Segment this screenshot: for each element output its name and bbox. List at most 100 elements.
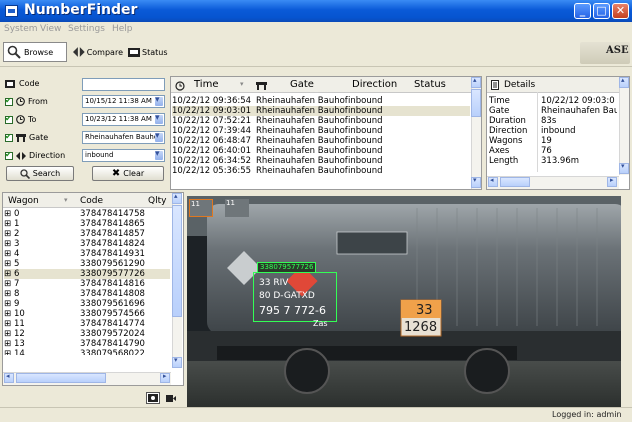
detail-row: Duration 83s — [489, 116, 557, 126]
table-row[interactable]: 10/22/12 06:40:01 Rheinauhafen Bauhof inbo… — [172, 146, 470, 156]
list-item[interactable]: ⊞ 4 378478414931 — [4, 249, 170, 259]
from-checkbox[interactable]: From — [5, 96, 48, 106]
from-check-icon — [5, 96, 13, 106]
side-number-bottom: 1268 — [404, 320, 438, 335]
menu-view[interactable]: View — [40, 24, 61, 34]
wagon-scroll-thumb[interactable] — [172, 205, 182, 317]
col-header-status[interactable]: Status — [414, 79, 446, 90]
expand-icon: ⊞ — [4, 209, 12, 219]
gate-select[interactable]: Rheinauhafen Bauhof — [82, 131, 165, 144]
camera-view-button[interactable] — [146, 392, 160, 404]
status-button[interactable]: Status — [128, 42, 172, 62]
chevron-left-icon: ◂ — [6, 372, 10, 380]
table-row[interactable]: 10/22/12 06:34:52 Rheinauhafen Bauhof inbo… — [172, 156, 470, 166]
to-date-select[interactable]: 10/23/12 11:38 AM — [82, 113, 165, 126]
list-item[interactable]: ⊞ 8 378478414808 — [4, 289, 170, 299]
table-row[interactable]: 10/22/12 07:52:21 Rheinauhafen Bauhof inbo… — [172, 116, 470, 126]
gate-checkbox[interactable]: Gate — [5, 132, 49, 142]
table-row[interactable]: 10/22/12 07:39:44 Rheinauhafen Bauhof inbo… — [172, 126, 470, 136]
table-row[interactable]: 10/22/12 05:36:55 Rheinauhafen Bauhof inbo… — [172, 166, 470, 176]
list-item[interactable]: ⊞ 12 338079572024 — [4, 329, 170, 339]
wagon-hscroll-thumb[interactable] — [16, 373, 106, 383]
direction-check-icon — [5, 150, 13, 160]
table-row[interactable]: 10/22/12 06:48:47 Rheinauhafen Bauhof inbo… — [172, 136, 470, 146]
scroll-down-button[interactable]: ▾ — [471, 176, 481, 188]
to-checkbox[interactable]: To — [5, 114, 36, 124]
wagon-scroll-down-button[interactable]: ▾ — [172, 356, 182, 368]
col-header-wagon[interactable]: Wagon — [8, 196, 39, 206]
barcode-icon — [5, 79, 15, 88]
wagon-scroll-right-button[interactable]: ▸ — [160, 372, 170, 383]
col-header-time[interactable]: Time — [194, 79, 218, 90]
table-row-selected[interactable]: 10/22/12 09:03:01 Rheinauhafen Bauhof inbo… — [172, 106, 470, 116]
direction-checkbox[interactable]: Direction — [5, 150, 66, 160]
close-button[interactable]: ✕ — [612, 3, 629, 19]
expand-icon: ⊞ — [4, 259, 12, 269]
col-header-quality[interactable]: Qlty — [148, 196, 166, 206]
col-header-gate[interactable]: Gate — [290, 79, 314, 90]
details-scroll-left-button[interactable]: ◂ — [488, 176, 498, 187]
menu-settings[interactable]: Settings — [68, 24, 105, 34]
details-divider — [537, 92, 538, 172]
details-title: Details — [504, 80, 536, 90]
thumbnail-2[interactable]: 11 — [225, 199, 249, 217]
expand-icon: ⊞ — [4, 249, 12, 259]
details-scrollbar[interactable] — [619, 77, 629, 175]
menu-system[interactable]: System — [4, 24, 38, 34]
list-item[interactable]: ⊞ 11 378478414774 — [4, 319, 170, 329]
code-input[interactable] — [82, 78, 165, 91]
list-item[interactable]: ⊞ 9 338079561696 — [4, 299, 170, 309]
compare-button[interactable]: Compare — [73, 42, 123, 62]
list-item[interactable]: ⊞ 3 378478414824 — [4, 239, 170, 249]
expand-icon: ⊞ — [4, 339, 12, 349]
to-check-icon — [5, 114, 13, 124]
expand-icon: ⊞ — [4, 289, 12, 299]
browse-button[interactable]: Browse — [3, 42, 67, 62]
gate-label: Gate — [29, 133, 49, 142]
details-scroll-down-button[interactable]: ▾ — [619, 162, 629, 174]
list-item[interactable]: ⊞ 10 338079574566 — [4, 309, 170, 319]
list-item[interactable]: ⊞ 1 378478414865 — [4, 219, 170, 229]
gate-icon — [256, 82, 267, 90]
plate-line-1: 33 RIV — [259, 278, 289, 288]
list-item[interactable]: ⊞ 7 378478414816 — [4, 279, 170, 289]
side-number-top: 33 — [416, 303, 433, 318]
clock-icon — [16, 115, 25, 124]
col-header-code[interactable]: Code — [80, 196, 103, 206]
search-button[interactable]: Search — [6, 166, 74, 181]
from-date-select[interactable]: 10/15/12 11:38 AM — [82, 95, 165, 108]
details-scroll-up-button[interactable]: ▴ — [619, 76, 629, 88]
direction-select[interactable]: inbound — [82, 149, 165, 162]
minimize-button[interactable]: _ — [574, 3, 591, 19]
col-header-direction[interactable]: Direction — [352, 79, 397, 90]
list-item[interactable]: ⊞ 5 338079561290 — [4, 259, 170, 269]
table-row[interactable]: 10/22/12 09:36:54 Rheinauhafen Bauhof inbo… — [172, 96, 470, 106]
list-item[interactable]: ⊞ 14 338079568022 — [4, 349, 170, 355]
wagon-camera-image[interactable]: 11 11 338079577726 33 RIV 80 D-GATXD 795… — [187, 196, 621, 407]
expand-icon: ⊞ — [4, 309, 12, 319]
clear-button[interactable]: ✖ Clear — [92, 166, 164, 181]
maximize-button[interactable]: □ — [593, 3, 610, 19]
wagon-scroll-up-button[interactable]: ▴ — [172, 192, 182, 204]
list-item[interactable]: ⊞ 13 378478414790 — [4, 339, 170, 349]
logo-text: ASE — [606, 45, 629, 56]
list-item[interactable]: ⊞ 2 378478414857 — [4, 229, 170, 239]
detail-row: Direction inbound — [489, 126, 576, 136]
menu-help[interactable]: Help — [112, 24, 133, 34]
list-item[interactable]: ⊞ 0 378478414758 — [4, 209, 170, 219]
details-hscroll-thumb[interactable] — [500, 177, 530, 187]
scroll-thumb[interactable] — [471, 89, 481, 117]
chevron-down-icon: ▾ — [174, 356, 178, 364]
magnifier-icon — [7, 45, 21, 59]
compare-arrows-icon — [73, 47, 85, 57]
expand-icon: ⊞ — [4, 319, 12, 329]
plate-line-2: 80 D-GATXD — [259, 291, 315, 301]
scroll-up-button[interactable]: ▴ — [471, 76, 481, 88]
wagon-scroll-left-button[interactable]: ◂ — [4, 372, 14, 383]
details-scroll-right-button[interactable]: ▸ — [607, 176, 617, 187]
detail-row: Wagons 19 — [489, 136, 552, 146]
thumbnail-1[interactable]: 11 — [189, 199, 213, 217]
list-item-selected[interactable]: ⊞ 6 338079577726 — [4, 269, 170, 280]
status-bar — [0, 407, 632, 422]
direction-label: Direction — [29, 151, 66, 160]
